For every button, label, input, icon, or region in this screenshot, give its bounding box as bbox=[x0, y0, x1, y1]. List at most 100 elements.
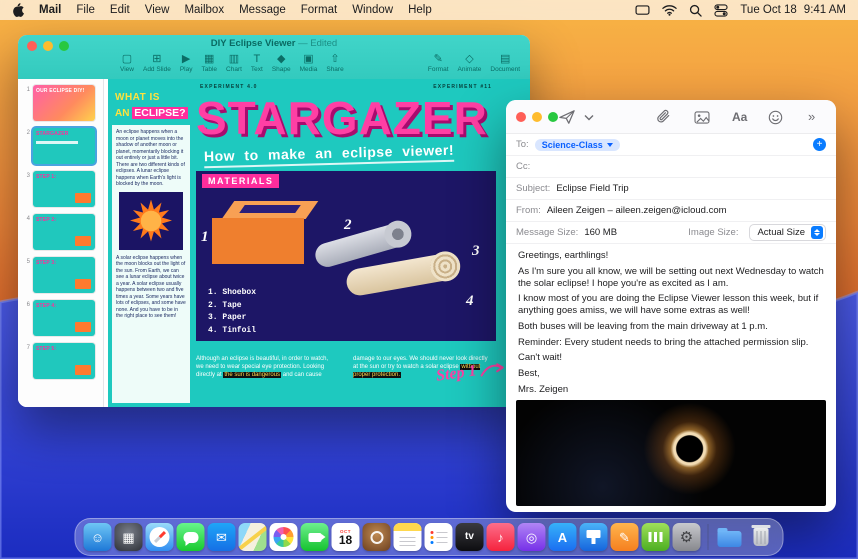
dock-item-facetime[interactable] bbox=[300, 523, 329, 551]
more-toolbar-button[interactable]: » bbox=[808, 109, 815, 124]
dock-item-app-store[interactable]: A bbox=[548, 523, 577, 551]
send-button[interactable] bbox=[558, 109, 576, 125]
add-recipient-button[interactable]: + bbox=[813, 138, 826, 151]
send-options-button[interactable] bbox=[584, 114, 594, 121]
slide-thumbnail[interactable]: 5 STEP 3: bbox=[23, 257, 99, 293]
recipient-token[interactable]: Science-Class bbox=[534, 138, 620, 151]
dock-item-music[interactable]: ♪ bbox=[486, 523, 515, 551]
slide-thumbnail[interactable]: 7 STEP 5: bbox=[23, 343, 99, 379]
slide-thumb-preview[interactable]: STEP 1: bbox=[33, 171, 95, 207]
dock-item-numbers[interactable] bbox=[641, 523, 670, 551]
menu-item[interactable]: File bbox=[76, 4, 95, 16]
keynote-toolbar-button[interactable]: ▢ View bbox=[116, 53, 138, 73]
dock-item-launchpad[interactable]: ▦ bbox=[114, 523, 143, 551]
zoom-button[interactable] bbox=[548, 112, 558, 122]
photo-booth-icon bbox=[362, 523, 391, 551]
keynote-toolbar-button[interactable]: ⇧ Share bbox=[322, 53, 347, 73]
keynote-toolbar-button[interactable]: ◆ Shape bbox=[268, 53, 295, 73]
keynote-toolbar-button[interactable]: ✎ Format bbox=[424, 53, 453, 73]
slide-thumb-preview[interactable]: OUR ECLIPSE DIY! bbox=[33, 85, 95, 121]
slide-thumb-preview[interactable]: STEP 5: bbox=[33, 343, 95, 379]
apple-tv-icon: tv bbox=[455, 523, 484, 551]
cc-row[interactable]: Cc: bbox=[506, 156, 836, 178]
image-size-popup[interactable]: Actual Size bbox=[749, 224, 826, 241]
dock-item-mail[interactable]: ✉ bbox=[207, 523, 236, 551]
menu-item[interactable]: Format bbox=[301, 4, 337, 16]
dock-item-finder[interactable]: ☺ bbox=[83, 523, 112, 551]
dock-item-settings[interactable]: ⚙ bbox=[672, 523, 701, 551]
keynote-toolbar-button[interactable]: ▤ Document bbox=[486, 53, 524, 73]
dock-item-calendar[interactable]: OCT 18 bbox=[331, 523, 360, 551]
minimize-button[interactable] bbox=[532, 112, 542, 122]
app-store-glyph: A bbox=[557, 529, 568, 545]
dock-item-pages[interactable]: ✎ bbox=[610, 523, 639, 551]
apple-menu-icon[interactable] bbox=[12, 3, 24, 17]
menu-item[interactable]: Edit bbox=[110, 4, 130, 16]
material-number-2: 2 bbox=[344, 217, 352, 233]
slide-number: 5 bbox=[26, 259, 30, 265]
slide-thumbnail[interactable]: 4 STEP 2: bbox=[23, 214, 99, 250]
from-value[interactable]: Aileen Zeigen – aileen.zeigen@icloud.com bbox=[547, 205, 727, 216]
flower-shape bbox=[273, 527, 294, 547]
dock-item-tv[interactable]: tv bbox=[455, 523, 484, 551]
slide-editor[interactable]: EXPERIMENT 4.0 EXPERIMENT #11 WHAT IS AN… bbox=[108, 79, 530, 407]
email-paragraph: I know most of you are doing the Eclipse… bbox=[518, 293, 819, 317]
menu-item[interactable]: Window bbox=[352, 4, 393, 16]
dock-item-notes[interactable] bbox=[393, 523, 422, 551]
keynote-toolbar-button[interactable]: ▥ Chart bbox=[222, 53, 246, 73]
keynote-toolbar-button[interactable]: ⊞ Add Slide bbox=[139, 53, 175, 73]
subject-value[interactable]: Eclipse Field Trip bbox=[556, 183, 628, 194]
shoebox-front bbox=[212, 218, 304, 264]
dock-item-keynote[interactable] bbox=[579, 523, 608, 551]
emoji-button[interactable] bbox=[768, 110, 783, 125]
message-body[interactable]: Greetings, earthlings! As I'm sure you a… bbox=[506, 244, 836, 396]
keynote-toolbar-button[interactable]: ◇ Animate bbox=[454, 53, 486, 73]
dock-item-messages[interactable] bbox=[176, 523, 205, 551]
whatis-line2a: AN bbox=[115, 108, 133, 119]
menu-item[interactable]: Help bbox=[408, 4, 432, 16]
dock-item-maps[interactable] bbox=[238, 523, 267, 551]
dock-item-downloads[interactable] bbox=[716, 523, 744, 551]
slide-thumb-preview[interactable]: STARGAZER bbox=[33, 128, 95, 164]
dock-item-trash[interactable] bbox=[747, 523, 775, 551]
dock-item-photo-booth[interactable] bbox=[362, 523, 391, 551]
slide-thumb-preview[interactable]: STEP 2: bbox=[33, 214, 95, 250]
desktop: Mail File Edit View Mailbox Message Form… bbox=[0, 0, 858, 559]
close-button[interactable] bbox=[516, 112, 526, 122]
mail-toolbar: Aa » bbox=[506, 100, 836, 134]
menu-item[interactable]: Message bbox=[239, 4, 286, 16]
attach-button[interactable] bbox=[656, 109, 671, 125]
menu-bar-clock[interactable]: Tue Oct 18 9:41 AM bbox=[740, 4, 846, 16]
control-center-icon[interactable] bbox=[714, 3, 728, 17]
menu-item[interactable]: View bbox=[145, 4, 170, 16]
slide-thumbnail[interactable]: 2 STARGAZER bbox=[23, 128, 99, 164]
subject-row[interactable]: Subject: Eclipse Field Trip bbox=[506, 178, 836, 200]
slide-thumbnail[interactable]: 1 OUR ECLIPSE DIY! bbox=[23, 85, 99, 121]
slide-thumb-preview[interactable]: STEP 3: bbox=[33, 257, 95, 293]
slide-thumb-label: STEP 1: bbox=[36, 174, 57, 180]
slide-thumb-preview[interactable]: STEP 4: bbox=[33, 300, 95, 336]
dock-item-podcasts[interactable]: ◎ bbox=[517, 523, 546, 551]
keynote-toolbar-button[interactable]: ▣ Media bbox=[296, 53, 322, 73]
dock-item-safari[interactable] bbox=[145, 523, 174, 551]
dock-item-photos[interactable] bbox=[269, 523, 298, 551]
from-row[interactable]: From: Aileen Zeigen – aileen.zeigen@iclo… bbox=[506, 200, 836, 222]
insert-photo-button[interactable] bbox=[694, 111, 710, 124]
active-app-menu[interactable]: Mail bbox=[39, 4, 61, 16]
slide-thumbnail[interactable]: 6 STEP 4: bbox=[23, 300, 99, 336]
format-button[interactable]: Aa bbox=[732, 110, 747, 124]
menu-item[interactable]: Mailbox bbox=[184, 4, 224, 16]
keynote-toolbar-button[interactable]: T Text bbox=[247, 53, 267, 73]
keynote-toolbar-button[interactable]: ▶ Play bbox=[176, 53, 197, 73]
email-paragraph: Can't wait! bbox=[518, 352, 563, 364]
material-item: 2. Tape bbox=[208, 300, 242, 310]
keynote-toolbar-button[interactable]: ▦ Table bbox=[197, 53, 221, 73]
materials-list: 1. Shoebox 2. Tape 3. Paper 4. Tinfoil bbox=[208, 287, 256, 337]
eclipse-photo-attachment[interactable] bbox=[516, 399, 826, 506]
screen-mirroring-icon[interactable] bbox=[635, 4, 650, 16]
slide-thumb-label: STARGAZER bbox=[36, 131, 69, 137]
wifi-icon[interactable] bbox=[662, 4, 678, 16]
slide-thumbnail[interactable]: 3 STEP 1: bbox=[23, 171, 99, 207]
spotlight-search-icon[interactable] bbox=[689, 4, 703, 17]
dock-item-reminders[interactable] bbox=[424, 523, 453, 551]
